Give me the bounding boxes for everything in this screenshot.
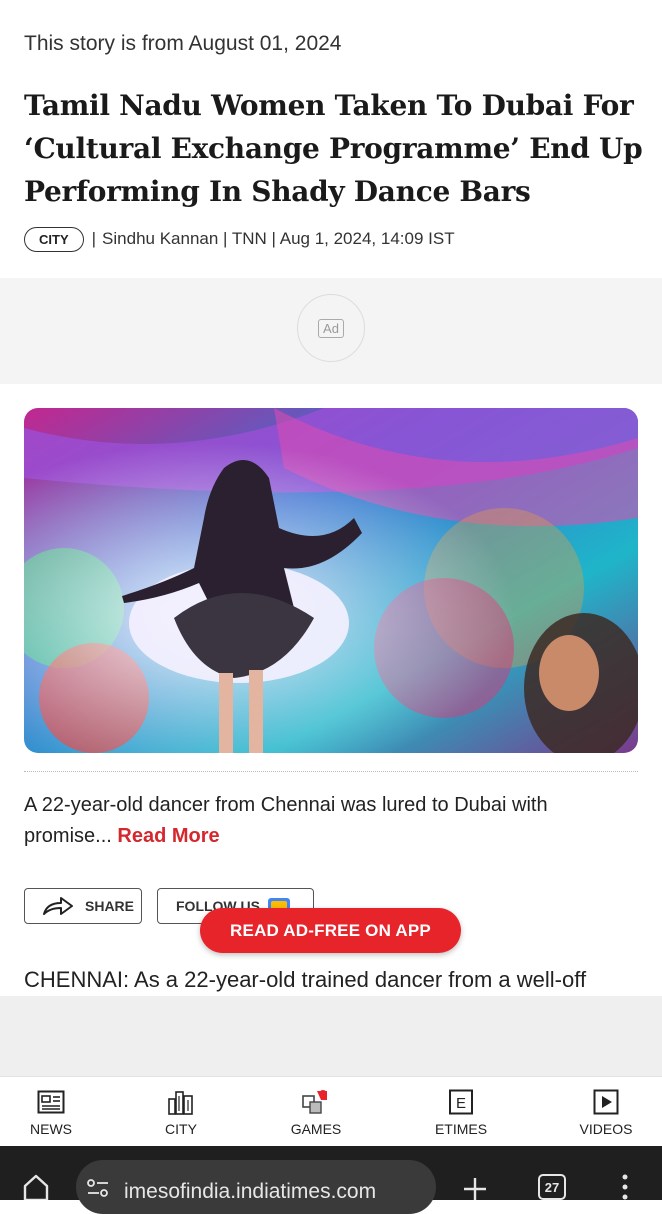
ad-band [0, 996, 662, 1076]
share-button[interactable]: SHARE [24, 888, 142, 924]
nav-item-city[interactable]: CITY [126, 1087, 236, 1137]
videos-icon [593, 1089, 619, 1115]
site-settings-icon[interactable] [86, 1178, 110, 1198]
article-meta: CITY | Sindhu Kannan | TNN | Aug 1, 2024… [24, 224, 455, 254]
nav-item-videos[interactable]: VIDEOS [551, 1087, 661, 1137]
games-icon [302, 1090, 327, 1114]
story-date: This story is from August 01, 2024 [24, 32, 342, 55]
nav-label-games: GAMES [290, 1121, 342, 1137]
more-menu-icon[interactable] [620, 1174, 630, 1200]
nav-item-games[interactable]: GAMES [261, 1087, 371, 1137]
nav-item-news[interactable]: NEWS [0, 1087, 106, 1137]
article-hero-image[interactable] [24, 408, 638, 753]
byline: Sindhu Kannan | TNN | Aug 1, 2024, 14:09… [102, 229, 455, 248]
news-icon [37, 1090, 65, 1114]
tab-switcher-button[interactable]: 27 [538, 1174, 566, 1200]
nav-label-videos: VIDEOS [579, 1121, 633, 1137]
ad-placeholder: Ad [297, 294, 365, 362]
ad-label: Ad [318, 318, 344, 338]
nav-item-etimes[interactable]: E ETIMES [406, 1087, 516, 1137]
city-icon [168, 1091, 193, 1115]
nav-label-etimes: ETIMES [434, 1121, 488, 1137]
read-ad-free-on-app-button[interactable]: READ AD-FREE ON APP [200, 908, 461, 953]
svg-text:E: E [456, 1095, 466, 1112]
new-tab-icon[interactable] [462, 1176, 488, 1202]
article-body: CHENNAI: As a 22-year-old trained dancer… [24, 967, 587, 992]
browser-toolbar: imesofindia.indiatimes.com 27 [0, 1146, 662, 1214]
share-label: SHARE [85, 898, 135, 914]
share-icon [43, 897, 73, 915]
summary-text: A 22-year-old dancer from Chennai was lu… [24, 794, 548, 847]
ad-slot: Ad [0, 278, 662, 384]
home-icon[interactable] [22, 1174, 50, 1200]
nav-label-city: CITY [165, 1121, 197, 1137]
section-tag-city[interactable]: CITY [24, 226, 84, 252]
meta-separator: | [91, 229, 97, 248]
article-summary: A 22-year-old dancer from Chennai was lu… [24, 790, 638, 852]
summary-divider [24, 771, 638, 772]
bottom-nav: NEWS CITY GAMES E ETIMES VIDEOS [0, 1076, 662, 1147]
nav-label-news: NEWS [30, 1121, 72, 1137]
read-more-link[interactable]: Read More [117, 825, 219, 847]
etimes-icon: E [449, 1089, 473, 1115]
article-headline: Tamil Nadu Women Taken To Dubai For ‘Cul… [24, 89, 643, 208]
url-text: imesofindia.indiatimes.com [124, 1180, 377, 1203]
address-bar[interactable]: imesofindia.indiatimes.com [76, 1160, 436, 1214]
